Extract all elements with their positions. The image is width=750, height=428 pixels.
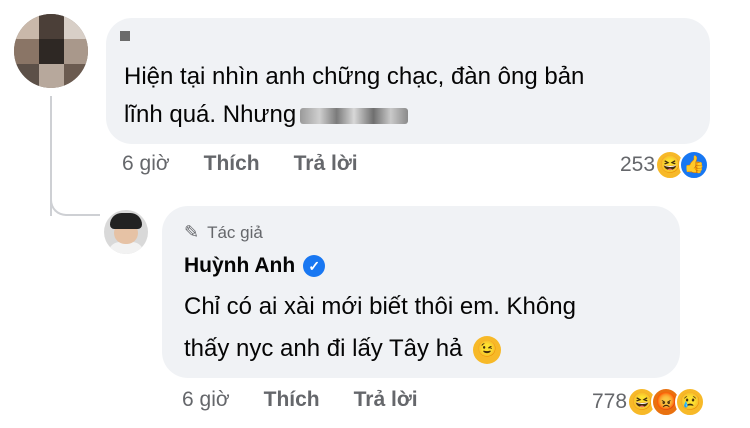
comment-actions: 6 giờ Thích Trả lời xyxy=(122,152,358,176)
pen-icon: ✎ xyxy=(184,222,200,242)
verified-badge-icon: ✓ xyxy=(303,255,326,277)
like-icon: 👍 xyxy=(679,150,710,180)
reaction-count: 253 xyxy=(620,153,656,176)
comment-bubble: Hiện tại nhìn anh chững chạc, đàn ông bả… xyxy=(106,18,710,144)
commenter-avatar[interactable] xyxy=(14,14,88,88)
thread-connector xyxy=(50,178,100,216)
reply-time[interactable]: 6 giờ xyxy=(182,388,230,412)
reply-bubble: ✎ Tác giả Huỳnh Anh ✓ Chỉ có ai xài mới … xyxy=(162,206,680,378)
author-badge-label: Tác giả xyxy=(207,222,263,242)
reply-author: Huỳnh Anh ✓ xyxy=(184,254,326,278)
reply-button[interactable]: Trả lời xyxy=(294,152,358,176)
redacted-text xyxy=(300,107,409,124)
reply-like-button[interactable]: Thích xyxy=(264,388,320,412)
wink-emoji-icon: 😉 xyxy=(473,335,502,364)
comment-time[interactable]: 6 giờ xyxy=(122,152,170,176)
redacted-author-name xyxy=(120,31,130,41)
like-button[interactable]: Thích xyxy=(204,152,260,176)
author-name[interactable]: Huỳnh Anh xyxy=(184,254,295,278)
author-badge: ✎ Tác giả xyxy=(184,222,263,243)
comment-text: Hiện tại nhìn anh chững chạc, đàn ông bả… xyxy=(124,63,585,128)
reply-reactions[interactable]: 778 😆 😡 😢 xyxy=(592,387,706,417)
sad-emoji-icon: 😢 xyxy=(675,387,706,417)
reply-reply-button[interactable]: Trả lời xyxy=(354,388,418,412)
comment-reactions[interactable]: 253 😆 👍 xyxy=(620,150,710,180)
reply-text: Chỉ có ai xài mới biết thôi em. Không th… xyxy=(184,293,576,364)
reply-reaction-count: 778 xyxy=(592,390,628,413)
reply-actions: 6 giờ Thích Trả lời xyxy=(182,388,418,412)
author-avatar[interactable] xyxy=(104,210,148,254)
